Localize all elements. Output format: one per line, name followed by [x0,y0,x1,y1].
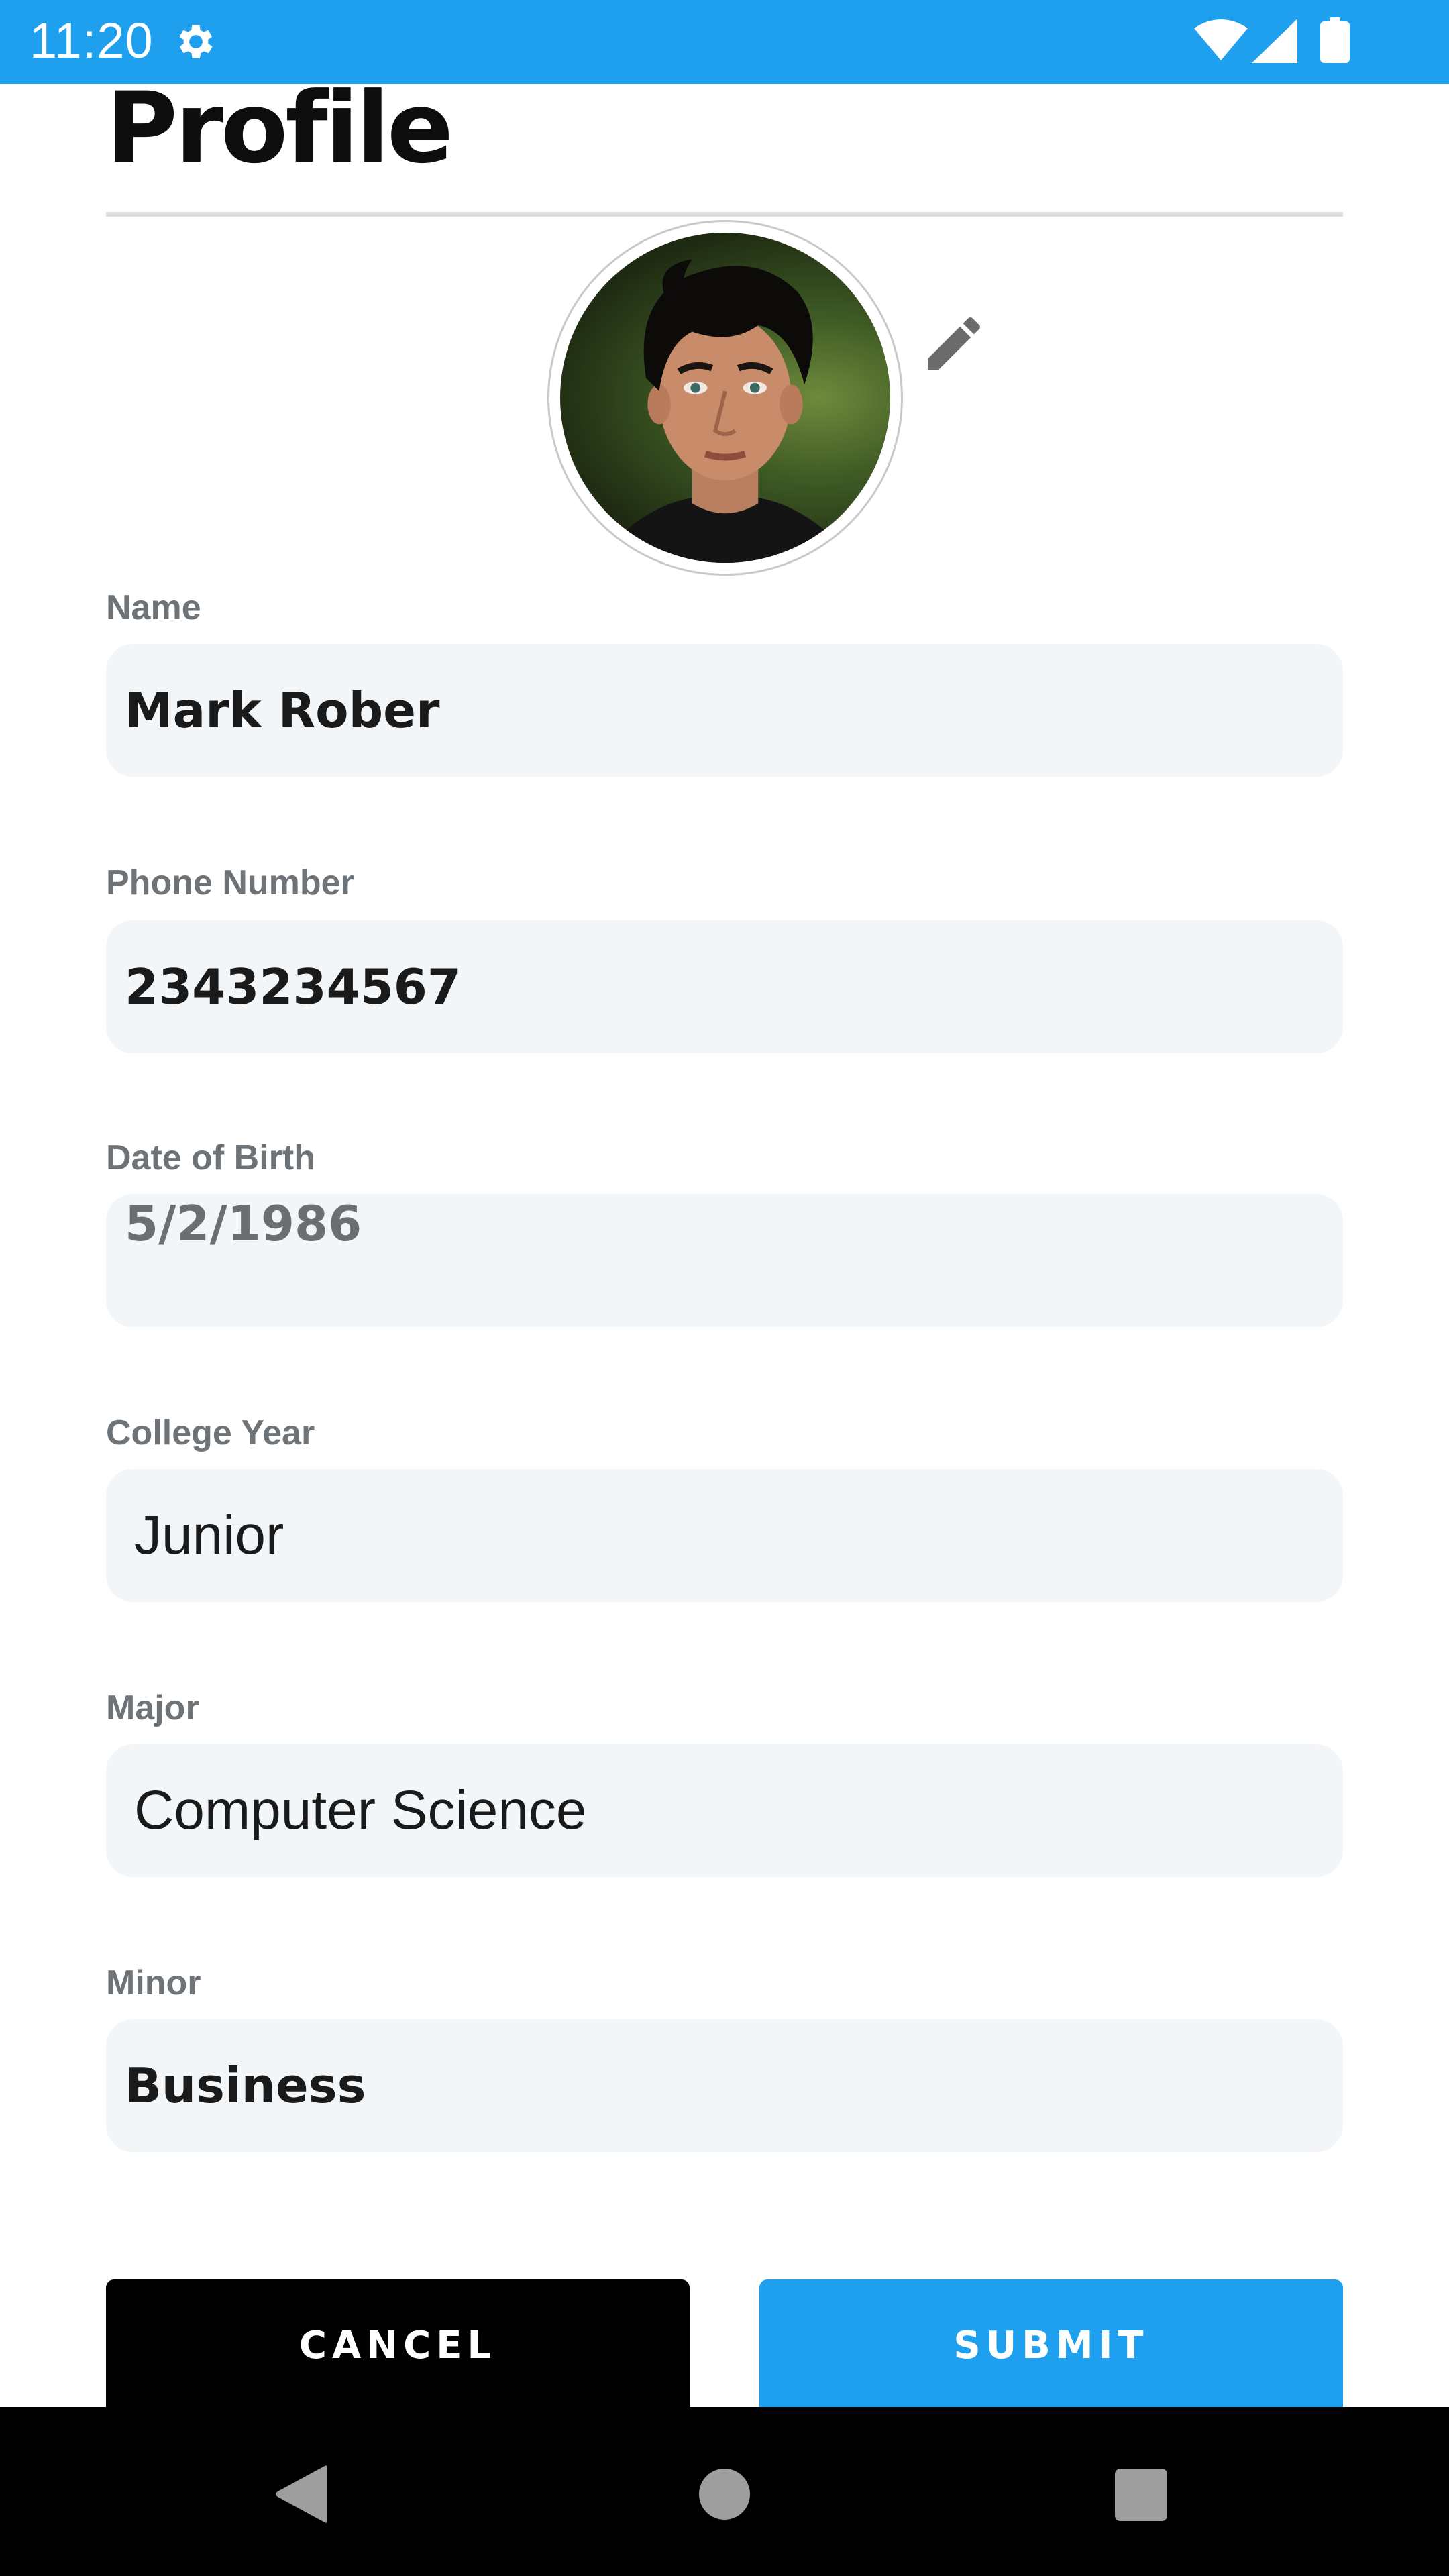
navigation-bar [0,2407,1449,2576]
status-time: 11:20 [30,13,154,68]
avatar[interactable] [547,220,903,576]
back-icon[interactable] [274,2465,330,2524]
phone-label: Phone Number [106,863,354,902]
name-label: Name [106,588,201,627]
signal-icon [1252,19,1297,63]
college-year-label: College Year [106,1413,315,1452]
dob-label: Date of Birth [106,1138,315,1177]
page-title: Profile [106,71,453,185]
avatar-photo [560,233,890,563]
cancel-button[interactable]: CANCEL [106,2279,690,2414]
phone-value: 2343234567 [125,959,461,1015]
battery-icon [1320,17,1350,63]
name-value: Mark Rober [125,682,440,739]
wifi-icon [1194,19,1248,60]
name-field[interactable]: Mark Rober [106,644,1343,777]
gear-icon [179,25,213,58]
pencil-icon[interactable] [919,309,989,378]
avatar-portrait [593,259,857,563]
college-year-value: Junior [134,1505,284,1566]
minor-field[interactable]: Business [106,2019,1343,2152]
major-value: Computer Science [134,1780,587,1841]
submit-button[interactable]: SUBMIT [759,2279,1343,2414]
phone-number-field[interactable]: 2343234567 [106,920,1343,1053]
recents-icon[interactable] [1115,2469,1167,2521]
title-divider [106,212,1343,217]
date-of-birth-field[interactable]: 5/2/1986 [106,1194,1343,1327]
minor-value: Business [125,2057,366,2114]
college-year-field[interactable]: Junior [106,1469,1343,1602]
major-label: Major [106,1688,199,1727]
major-field[interactable]: Computer Science [106,1744,1343,1877]
dob-value: 5/2/1986 [125,1195,362,1252]
home-icon[interactable] [699,2469,750,2520]
minor-label: Minor [106,1964,201,2002]
